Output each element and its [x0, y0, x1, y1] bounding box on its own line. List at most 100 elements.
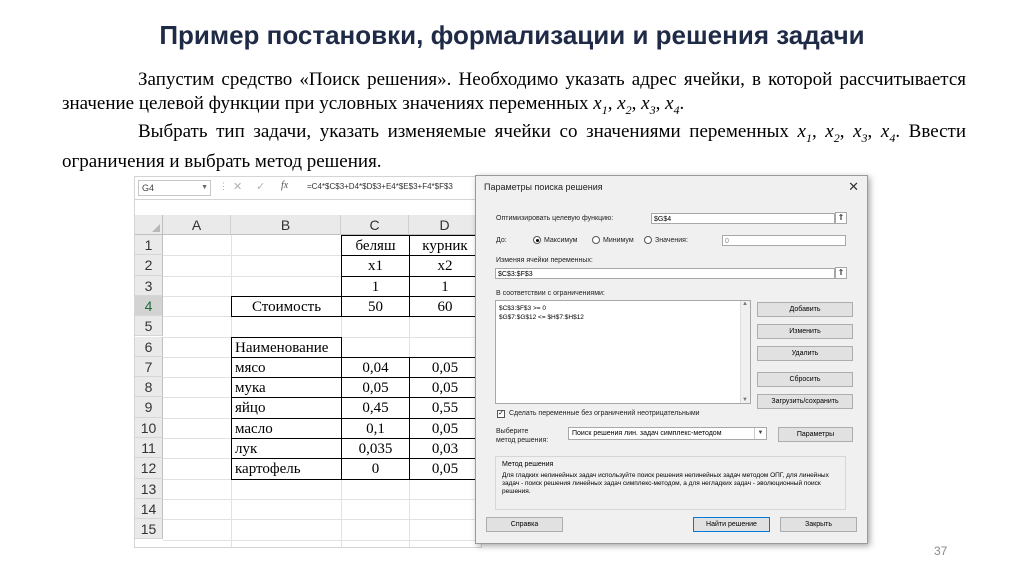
- ingredient-c-cell[interactable]: 0,04: [341, 356, 410, 379]
- change-button[interactable]: Изменить: [757, 324, 853, 339]
- cell-d3[interactable]: 1: [409, 275, 481, 297]
- row-header-2[interactable]: 2: [135, 255, 163, 276]
- constraints-scrollbar[interactable]: ▲ ▼: [740, 301, 750, 403]
- formula-bar: G4 ▼ ⋮ ✕ ✓ fx =C4*$C$3+D4*$D$3+E4*$E$3+F4…: [135, 177, 481, 200]
- ingredient-d-cell[interactable]: 0,05: [409, 356, 481, 379]
- constraints-label: В соответствии с ограничениями:: [496, 290, 605, 297]
- row-header-5[interactable]: 5: [135, 316, 163, 337]
- nonneg-checkbox[interactable]: ✓: [497, 410, 505, 418]
- constraints-list[interactable]: $C$3:$F$3 >= 0 $G$7:$G$12 <= $H$7:$H$12 …: [495, 300, 751, 404]
- cell-c1[interactable]: беляш: [341, 235, 410, 257]
- ingredient-d-cell[interactable]: 0,03: [409, 438, 481, 460]
- collapse-changing-icon[interactable]: ⇑: [835, 267, 847, 279]
- cell-d2[interactable]: x2: [409, 255, 481, 277]
- ingredient-name-cell[interactable]: масло: [231, 417, 342, 439]
- add-button[interactable]: Добавить: [757, 302, 853, 317]
- radio-value[interactable]: [644, 236, 652, 244]
- ingredient-d-cell[interactable]: 0,05: [409, 458, 481, 480]
- ingredient-c-cell[interactable]: 0,05: [341, 377, 410, 399]
- paragraph-2: Выбрать тип задачи, указать изменяемые я…: [62, 121, 967, 172]
- method-select[interactable]: Поиск решения лин. задач симплекс-методо…: [568, 427, 767, 440]
- row-header-11[interactable]: 11: [135, 438, 163, 459]
- row-header-3[interactable]: 3: [135, 275, 163, 296]
- check-icon[interactable]: ✓: [256, 180, 265, 193]
- radio-value-label[interactable]: Значения:: [655, 237, 688, 244]
- ingredient-c-cell[interactable]: 0,035: [341, 438, 410, 460]
- radio-min-label[interactable]: Минимум: [603, 237, 634, 244]
- method-group-title: Метод решения: [502, 461, 554, 468]
- page-number: 37: [934, 544, 948, 558]
- ingredient-d-cell[interactable]: 0,05: [409, 377, 481, 399]
- ingredient-name-cell[interactable]: картофель: [231, 458, 342, 480]
- method-label-1: Выберите: [496, 428, 529, 435]
- cancel-icon[interactable]: ✕: [233, 180, 242, 193]
- ingredient-name-cell[interactable]: мясо: [231, 356, 342, 379]
- row-header-8[interactable]: 8: [135, 377, 163, 398]
- radio-min[interactable]: [592, 236, 600, 244]
- ingredient-c-cell[interactable]: 0,1: [341, 417, 410, 439]
- cell-d4[interactable]: 60: [409, 295, 481, 318]
- row-header-9[interactable]: 9: [135, 397, 163, 418]
- scroll-down-icon[interactable]: ▼: [742, 397, 748, 403]
- radio-max[interactable]: [533, 236, 541, 244]
- load-save-button[interactable]: Загрузить/сохранить: [757, 394, 853, 409]
- ingredient-d-cell[interactable]: 0,05: [409, 417, 481, 439]
- cell-d1[interactable]: курник: [409, 235, 481, 257]
- column-header-a[interactable]: A: [163, 215, 231, 235]
- dialog-title: Параметры поиска решения: [484, 182, 603, 192]
- to-label: До:: [496, 237, 507, 244]
- paragraph-2-text: Выбрать тип задачи, указать изменяемые я…: [138, 121, 789, 142]
- row-header-10[interactable]: 10: [135, 417, 163, 438]
- constraint-item[interactable]: $C$3:$F$3 >= 0: [496, 304, 750, 313]
- chevron-down-icon[interactable]: ▼: [754, 428, 766, 439]
- var-x2: x2: [617, 93, 632, 117]
- excel-sheet: G4 ▼ ⋮ ✕ ✓ fx =C4*$C$3+D4*$D$3+E4*$E$3+F4…: [134, 176, 482, 548]
- solve-button[interactable]: Найти решение: [693, 517, 770, 532]
- var-x4: x4: [665, 93, 680, 117]
- row-header-1[interactable]: 1: [135, 235, 163, 256]
- radio-max-label[interactable]: Максимум: [544, 237, 577, 244]
- help-button[interactable]: Справка: [486, 517, 563, 532]
- scroll-up-icon[interactable]: ▲: [742, 301, 748, 307]
- ingredient-d-cell[interactable]: 0,55: [409, 397, 481, 419]
- changing-cells-field[interactable]: $C$3:$F$3: [495, 268, 835, 279]
- cell-b6[interactable]: Наименование: [231, 336, 342, 358]
- slide-title: Пример постановки, формализации и решени…: [159, 20, 865, 50]
- row-header-14[interactable]: 14: [135, 498, 163, 520]
- collapse-objective-icon[interactable]: ⇑: [835, 212, 847, 224]
- column-header-c[interactable]: C: [341, 215, 409, 235]
- column-header-d[interactable]: D: [409, 215, 481, 235]
- row-header-7[interactable]: 7: [135, 356, 163, 378]
- objective-field[interactable]: $G$4: [651, 213, 835, 224]
- row-header-6[interactable]: 6: [135, 336, 163, 357]
- formula-input[interactable]: =C4*$C$3+D4*$D$3+E4*$E$3+F4*$F$3: [307, 182, 453, 191]
- chevron-down-icon[interactable]: ▼: [201, 181, 208, 195]
- row-header-13[interactable]: 13: [135, 478, 163, 499]
- value-field[interactable]: 0: [722, 235, 846, 246]
- close-button[interactable]: Закрыть: [780, 517, 857, 532]
- drag-handle-icon[interactable]: ⋮: [219, 181, 228, 192]
- ingredient-c-cell[interactable]: 0: [341, 458, 410, 480]
- row-header-12[interactable]: 12: [135, 458, 163, 479]
- nonneg-label[interactable]: Сделать переменные без ограничений неотр…: [509, 410, 700, 417]
- row-header-4[interactable]: 4: [135, 295, 163, 317]
- row-header-15[interactable]: 15: [135, 519, 163, 540]
- reset-button[interactable]: Сбросить: [757, 372, 853, 387]
- changing-label: Изменяя ячейки переменных:: [496, 257, 593, 264]
- params-button[interactable]: Параметры: [778, 427, 853, 442]
- name-box[interactable]: G4 ▼: [138, 180, 211, 196]
- close-icon[interactable]: ✕: [848, 179, 859, 195]
- cell-b4[interactable]: Стоимость: [231, 295, 342, 318]
- ingredient-name-cell[interactable]: мука: [231, 377, 342, 399]
- ingredient-name-cell[interactable]: яйцо: [231, 397, 342, 419]
- ingredient-name-cell[interactable]: лук: [231, 438, 342, 460]
- cell-c3[interactable]: 1: [341, 275, 410, 297]
- function-icon[interactable]: fx: [281, 180, 288, 191]
- cell-c2[interactable]: x1: [341, 255, 410, 277]
- ingredient-c-cell[interactable]: 0,45: [341, 397, 410, 419]
- column-header-b[interactable]: B: [231, 215, 341, 235]
- select-all-corner[interactable]: [135, 215, 163, 235]
- constraint-item[interactable]: $G$7:$G$12 <= $H$7:$H$12: [496, 313, 750, 322]
- delete-button[interactable]: Удалить: [757, 346, 853, 361]
- cell-c4[interactable]: 50: [341, 295, 410, 318]
